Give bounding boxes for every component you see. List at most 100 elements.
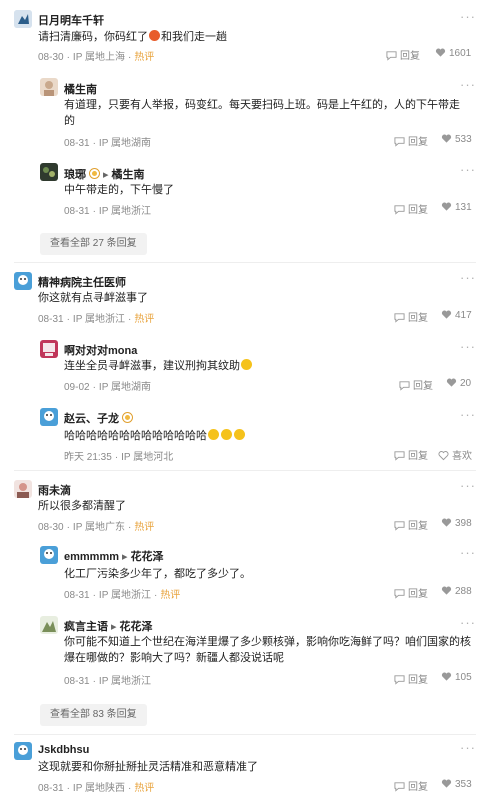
reply-button[interactable]: 回复 — [394, 309, 428, 324]
comment-meta: 08-31 · IP 属地浙江 — [64, 206, 151, 217]
commenter-name[interactable]: 疯言主语 ▸ 花花泽 — [64, 618, 153, 634]
hot-badge: 热评 — [160, 590, 181, 601]
avatar[interactable] — [14, 272, 32, 290]
like-button[interactable]: 398 — [441, 517, 472, 529]
ip-location: IP 属地广东 — [72, 522, 125, 533]
reply-button[interactable]: 回复 — [394, 671, 428, 686]
avatar[interactable] — [40, 616, 58, 634]
avatar[interactable] — [14, 480, 32, 498]
comment-date: 08-31 — [64, 206, 90, 217]
ip-location: IP 属地河北 — [121, 452, 174, 463]
reply-button[interactable]: 回复 — [394, 778, 428, 793]
reply-to-name: 花花泽 — [119, 621, 153, 633]
avatar[interactable] — [14, 742, 32, 760]
commenter-name[interactable]: 日月明车千轩 — [38, 12, 104, 28]
heart-icon — [441, 310, 452, 319]
laughing-emoji-icon — [208, 429, 219, 440]
comment-meta: 昨天 21:35 · IP 属地河北 — [64, 452, 174, 463]
heart-icon — [441, 779, 452, 788]
commenter-name[interactable]: 琅琊 ▸ 橘生南 — [64, 166, 145, 182]
comment-text: 所以很多都清醒了 — [38, 500, 126, 512]
comment-text: 哈哈哈哈哈哈哈哈哈哈哈哈哈 — [64, 428, 246, 444]
avatar[interactable] — [40, 163, 58, 181]
reply-button[interactable]: 回复 — [394, 133, 428, 148]
hot-badge: 热评 — [134, 783, 155, 794]
reply-arrow-icon: ▸ — [111, 621, 117, 633]
reply-icon — [394, 782, 405, 792]
reply-icon — [394, 521, 405, 531]
more-options-icon[interactable]: ··· — [460, 77, 476, 92]
like-button[interactable]: 喜欢 — [438, 447, 472, 462]
like-button[interactable]: 20 — [446, 377, 471, 389]
ip-location: IP 属地浙江 — [98, 590, 151, 601]
more-options-icon[interactable]: ··· — [460, 162, 476, 177]
reply-arrow-icon: ▸ — [103, 169, 109, 181]
reply-button[interactable]: 回复 — [394, 201, 428, 216]
commenter-name[interactable]: 赵云、子龙 — [64, 410, 133, 426]
avatar[interactable] — [40, 546, 58, 564]
comment-text-part: 请扫清廉码，你码红了 — [38, 31, 148, 43]
heart-icon — [441, 202, 452, 211]
avatar-image — [14, 10, 32, 28]
hot-badge: 热评 — [134, 522, 155, 533]
more-options-icon[interactable]: ··· — [460, 545, 476, 560]
reply-icon — [394, 675, 405, 685]
verified-badge-icon — [89, 168, 100, 179]
comment-text: 连坐全员寻衅滋事，建议刑拘其纹助 — [64, 358, 253, 374]
more-options-icon[interactable]: ··· — [460, 270, 476, 285]
avatar-image — [40, 163, 58, 181]
heart-icon — [441, 134, 452, 143]
avatar-image — [40, 340, 58, 358]
commenter-name[interactable]: Jskdbhsu — [38, 744, 89, 756]
hot-badge: 热评 — [134, 52, 155, 63]
comment-meta: 08-30 · IP 属地广东 · 热评 — [38, 522, 155, 533]
like-button[interactable]: 417 — [441, 309, 472, 321]
comment-date: 08-31 — [38, 783, 64, 794]
commenter-name[interactable]: 橘生南 — [64, 81, 97, 97]
avatar-image — [14, 742, 32, 760]
commenter-name[interactable]: 啊对对对mona — [64, 342, 137, 358]
comment-text: 请扫清廉码，你码红了 和我们走一趟 — [38, 29, 227, 45]
more-options-icon[interactable]: ··· — [460, 9, 476, 24]
reply-icon — [394, 313, 405, 323]
like-button[interactable]: 1601 — [435, 47, 471, 59]
laughing-emoji-icon — [234, 429, 245, 440]
comment-date: 08-30 — [38, 52, 64, 63]
reply-button[interactable]: 回复 — [399, 377, 433, 392]
reply-icon — [386, 51, 397, 61]
avatar[interactable] — [40, 78, 58, 96]
comment-text-part: 和我们走一趟 — [161, 31, 227, 43]
ip-location: IP 属地湖南 — [98, 382, 151, 393]
like-button[interactable]: 288 — [441, 585, 472, 597]
more-options-icon[interactable]: ··· — [460, 478, 476, 493]
commenter-name[interactable]: 精神病院主任医师 — [38, 274, 126, 290]
like-button[interactable]: 353 — [441, 778, 472, 790]
reply-icon — [394, 137, 405, 147]
more-options-icon[interactable]: ··· — [460, 740, 476, 755]
like-button[interactable]: 533 — [441, 133, 472, 145]
reply-button[interactable]: 回复 — [386, 47, 420, 62]
avatar-image — [40, 408, 58, 426]
comment-text: 中午带走的，下午慢了 — [64, 184, 174, 196]
like-button[interactable]: 105 — [441, 671, 472, 683]
commenter-name[interactable]: 雨未滴 — [38, 482, 71, 498]
comment-text: 化工厂污染多少年了，都吃了多少了。 — [64, 568, 251, 580]
reply-button[interactable]: 回复 — [394, 585, 428, 600]
heart-icon — [441, 518, 452, 527]
view-all-replies-button[interactable]: 查看全部 27 条回复 — [40, 233, 147, 255]
commenter-name[interactable]: emmmmm ▸ 花花泽 — [64, 548, 164, 564]
more-options-icon[interactable]: ··· — [460, 339, 476, 354]
more-options-icon[interactable]: ··· — [460, 615, 476, 630]
view-all-replies-button[interactable]: 查看全部 83 条回复 — [40, 704, 147, 726]
avatar[interactable] — [40, 408, 58, 426]
comment-meta: 08-31 · IP 属地浙江 · 热评 — [64, 590, 181, 601]
reply-button[interactable]: 回复 — [394, 517, 428, 532]
reply-icon — [394, 589, 405, 599]
more-options-icon[interactable]: ··· — [460, 407, 476, 422]
reply-button[interactable]: 回复 — [394, 447, 428, 462]
like-button[interactable]: 131 — [441, 201, 472, 213]
avatar[interactable] — [14, 10, 32, 28]
avatar[interactable] — [40, 340, 58, 358]
avatar-image — [40, 78, 58, 96]
ip-location: IP 属地湖南 — [98, 138, 151, 149]
